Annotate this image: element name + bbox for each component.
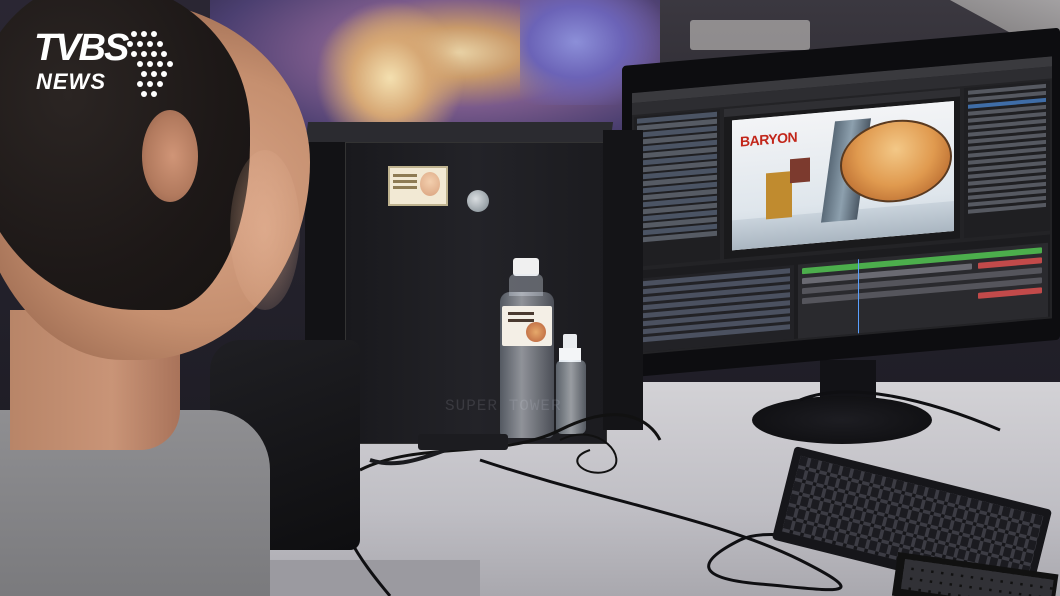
- logo-brand: TVBS: [34, 27, 129, 69]
- logo-dot-grid-icon: [127, 31, 173, 97]
- tvbs-news-logo: TVBS NEWS: [34, 28, 194, 108]
- news-broadcast-frame: BARYON SUPER TVBS NEWS: [0, 0, 1060, 596]
- person-cheek: [230, 150, 300, 310]
- logo-sub: NEWS: [36, 69, 106, 94]
- person-ear: [142, 110, 198, 202]
